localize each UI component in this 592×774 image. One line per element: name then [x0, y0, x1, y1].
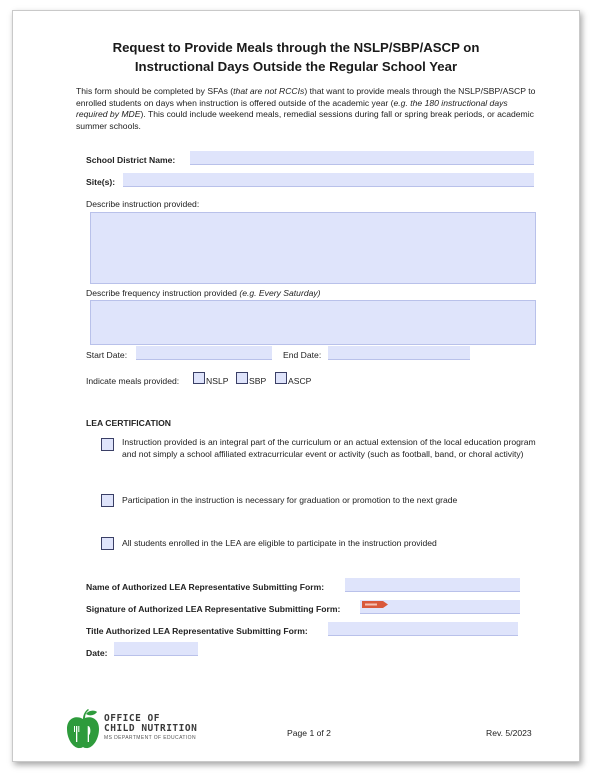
school-district-field[interactable] — [190, 151, 534, 165]
lea-certification-heading: LEA CERTIFICATION — [86, 418, 171, 428]
cert-checkbox-eligibility[interactable] — [101, 537, 114, 550]
date-label: Date: — [86, 648, 108, 658]
logo-line2: CHILD NUTRITION — [104, 723, 198, 734]
intro-text-3: ). This could include weekend meals, rem… — [76, 109, 534, 131]
ascp-checkbox[interactable] — [275, 372, 287, 384]
meals-label: Indicate meals provided: — [86, 376, 180, 386]
logo-subtitle: MS DEPARTMENT OF EDUCATION — [104, 735, 196, 741]
describe-instruction-label: Describe instruction provided: — [86, 199, 200, 209]
frequency-label-text: Describe frequency instruction provided — [86, 288, 240, 298]
end-date-label: End Date: — [283, 350, 322, 360]
signature-flag-icon[interactable] — [362, 601, 388, 608]
cert-checkbox-curriculum[interactable] — [101, 438, 114, 451]
cert-text-eligibility: All students enrolled in the LEA are eli… — [122, 538, 437, 548]
rep-title-field[interactable] — [328, 622, 518, 636]
intro-text-1: This form should be completed by SFAs ( — [76, 86, 234, 96]
date-field[interactable] — [114, 642, 198, 656]
frequency-field[interactable] — [90, 300, 536, 345]
form-title-line1: Request to Provide Meals through the NSL… — [112, 40, 480, 55]
office-child-nutrition-logo: OFFICE OF CHILD NUTRITION — [104, 714, 197, 734]
rep-title-label: Title Authorized LEA Representative Subm… — [86, 626, 308, 636]
describe-instruction-field[interactable] — [90, 212, 536, 284]
page-number: Page 1 of 2 — [287, 728, 331, 738]
school-district-label: School District Name: — [86, 155, 176, 165]
sbp-label: SBP — [249, 376, 267, 386]
cert-text-graduation: Participation in the instruction is nece… — [122, 495, 458, 505]
sbp-checkbox[interactable] — [236, 372, 248, 384]
frequency-label: Describe frequency instruction provided … — [86, 288, 321, 298]
cert-text-curriculum: Instruction provided is an integral part… — [122, 437, 536, 459]
start-date-label: Start Date: — [86, 350, 128, 360]
nslp-label: NSLP — [206, 376, 229, 386]
sites-field[interactable] — [123, 173, 534, 187]
rep-signature-label: Signature of Authorized LEA Representati… — [86, 604, 341, 614]
cert-checkbox-graduation[interactable] — [101, 494, 114, 507]
end-date-field[interactable] — [328, 346, 470, 360]
nslp-checkbox[interactable] — [193, 372, 205, 384]
rep-name-field[interactable] — [345, 578, 520, 592]
frequency-label-example: (e.g. Every Saturday) — [239, 288, 321, 298]
intro-paragraph: This form should be completed by SFAs (t… — [76, 86, 536, 132]
sites-label: Site(s): — [86, 177, 116, 187]
apple-logo-icon — [67, 709, 99, 749]
form-title: Request to Provide Meals through the NSL… — [0, 38, 592, 76]
start-date-field[interactable] — [136, 346, 272, 360]
intro-italic-1: that are not RCCIs — [233, 86, 305, 96]
ascp-label: ASCP — [288, 376, 312, 386]
form-title-line2: Instructional Days Outside the Regular S… — [134, 59, 458, 74]
revision-date: Rev. 5/2023 — [486, 728, 532, 738]
rep-name-label: Name of Authorized LEA Representative Su… — [86, 582, 325, 592]
